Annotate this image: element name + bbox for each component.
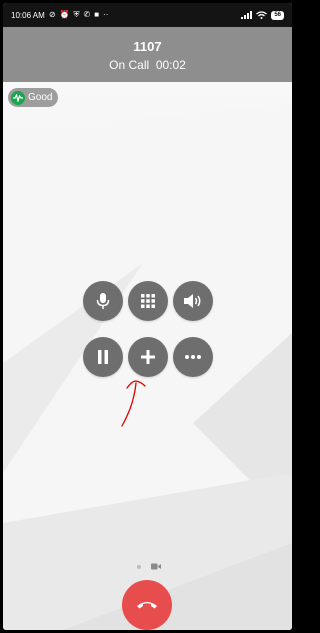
add-call-button[interactable] — [128, 337, 168, 377]
alarm-icon: ⏰ — [59, 10, 70, 19]
battery-icon: 56 — [271, 10, 284, 20]
call-status: On Call 00:02 — [109, 58, 186, 72]
pause-icon — [98, 350, 108, 364]
wifi-icon — [256, 11, 268, 19]
keypad-button[interactable] — [128, 281, 168, 321]
status-bar: 10:06 AM ⊘ ⏰ ⛨ ✆ ■ ·· 56 — [3, 3, 292, 27]
shield-icon: ⛨ — [73, 10, 80, 19]
mute-button[interactable] — [83, 281, 123, 321]
call-header: 1107 On Call 00:02 — [3, 27, 292, 82]
hang-up-icon — [137, 602, 157, 609]
status-right: 56 — [241, 10, 284, 20]
call-screen: 10:06 AM ⊘ ⏰ ⛨ ✆ ■ ·· 56 1107 On Call 00… — [3, 3, 292, 630]
add-call-icon — [141, 350, 155, 364]
more-dots-icon: ·· — [103, 10, 109, 19]
video-icon — [151, 563, 161, 570]
page-dot — [137, 565, 141, 569]
keypad-icon — [141, 294, 155, 308]
caller-number: 1107 — [133, 39, 162, 54]
signal-icon — [241, 11, 253, 19]
call-quality-badge: Good — [8, 88, 59, 107]
video-icon: ■ — [94, 10, 100, 19]
microphone-icon — [96, 293, 110, 309]
call-quality-label: Good — [28, 92, 53, 103]
more-options-button[interactable] — [173, 337, 213, 377]
no-sim-icon: ⊘ — [48, 10, 56, 19]
annotation-arrow — [121, 380, 146, 427]
hold-button[interactable] — [83, 337, 123, 377]
speaker-icon — [184, 294, 201, 308]
page-indicator — [3, 562, 292, 572]
speaker-button[interactable] — [173, 281, 213, 321]
more-icon — [185, 355, 201, 359]
signal-wave-icon — [11, 90, 25, 105]
status-left: 10:06 AM ⊘ ⏰ ⛨ ✆ ■ ·· — [11, 11, 108, 20]
phone-icon: ✆ — [83, 10, 91, 19]
end-call-button[interactable] — [122, 580, 172, 630]
status-time: 10:06 AM — [11, 10, 45, 20]
